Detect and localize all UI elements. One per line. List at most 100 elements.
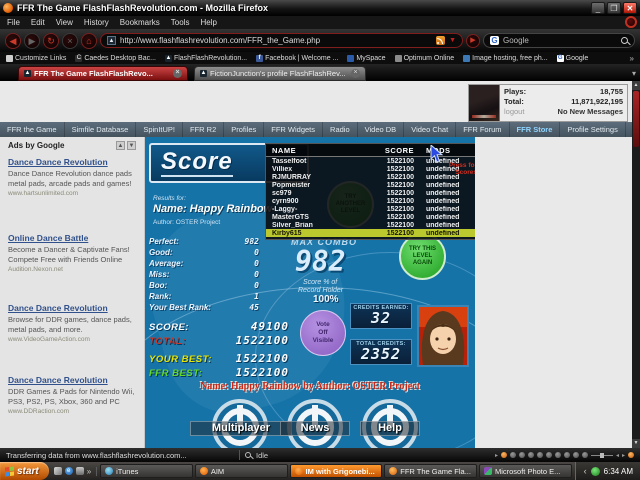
- bookmark-facebook[interactable]: fFacebook | Welcome ...: [256, 55, 338, 62]
- leaderboard-row[interactable]: Silver_Brian1522100undefined: [266, 221, 475, 229]
- news-button[interactable]: News: [280, 421, 350, 436]
- start-button[interactable]: start: [0, 462, 49, 480]
- menu-help[interactable]: Help: [200, 18, 216, 27]
- home-button[interactable]: ⌂: [81, 33, 97, 49]
- list-all-tabs-icon[interactable]: ▾: [632, 69, 636, 78]
- multiplayer-button[interactable]: Multiplayer: [190, 421, 292, 436]
- search-engine-label[interactable]: Google: [503, 36, 617, 45]
- scroll-up-icon[interactable]: ▲: [632, 81, 640, 90]
- leaderboard-row[interactable]: cyrn9001522100undefined: [266, 197, 475, 205]
- bookmark-ffr[interactable]: ▲FlashFlashRevolution...: [165, 55, 247, 62]
- leaderboard-row[interactable]: -Laggy-1522100undefined: [266, 205, 475, 213]
- arrow-down-icon[interactable]: ▼: [127, 141, 136, 150]
- logout-link[interactable]: logout: [504, 107, 524, 117]
- bookmark-google[interactable]: GGoogle: [557, 55, 589, 62]
- bookmark-image-hosting[interactable]: Image hosting, free ph...: [463, 55, 548, 62]
- taskbar-button-aim[interactable]: AIM: [195, 464, 288, 478]
- user-avatar[interactable]: [469, 85, 500, 121]
- nav-ffr-forum[interactable]: FFR Forum: [455, 122, 508, 137]
- menu-history[interactable]: History: [84, 18, 109, 27]
- taskbar-button-im[interactable]: IM with Grigonebi...: [290, 464, 383, 478]
- nav-spinitup[interactable]: SpinItUP!: [135, 122, 182, 137]
- go-button[interactable]: ▶: [466, 34, 480, 48]
- extension-icon: [537, 452, 543, 458]
- nav-profiles[interactable]: Profiles: [223, 122, 263, 137]
- quick-launch-overflow-chevron[interactable]: »: [87, 467, 91, 476]
- bookmark-optimum[interactable]: Optimum Online: [395, 55, 455, 62]
- ad-title-link[interactable]: Online Dance Battle: [8, 233, 138, 243]
- menu-tools[interactable]: Tools: [171, 18, 190, 27]
- nav-simfile-database[interactable]: Simfile Database: [64, 122, 136, 137]
- taskbar-clock: 6:34 AM: [604, 467, 633, 476]
- ad-block: Dance Dance Revolution DDR Games & Pads …: [8, 375, 138, 415]
- ad-title-link[interactable]: Dance Dance Revolution: [8, 375, 138, 385]
- nav-radio[interactable]: Radio: [322, 122, 357, 137]
- help-button[interactable]: Help: [360, 421, 420, 436]
- search-bar[interactable]: G Google: [483, 33, 635, 48]
- scroll-down-icon[interactable]: ▼: [632, 439, 640, 448]
- stop-button[interactable]: ×: [62, 33, 78, 49]
- statusbar-extension-icons[interactable]: ▸ ◂ ▸: [495, 452, 634, 459]
- ffr-game-flash-area[interactable]: Score Results for: Name: Happy Rainbow A…: [145, 137, 475, 448]
- leaderboard-row[interactable]: MasterGTS1522100undefined: [266, 213, 475, 221]
- ad-url[interactable]: www.VideoGameAction.com: [8, 336, 138, 343]
- page-scrollbar[interactable]: ▲ ▼: [632, 81, 640, 448]
- menu-edit[interactable]: Edit: [31, 18, 45, 27]
- ad-title-link[interactable]: Dance Dance Revolution: [8, 303, 138, 313]
- arrow-up-icon[interactable]: ▲: [116, 141, 125, 150]
- show-desktop-icon[interactable]: [54, 467, 62, 475]
- menu-file[interactable]: File: [7, 18, 20, 27]
- try-this-level-again-button[interactable]: TRY THIS LEVEL AGAIN: [399, 233, 446, 280]
- minimize-button[interactable]: _: [591, 2, 605, 14]
- nav-profile-settings[interactable]: Profile Settings: [559, 122, 624, 137]
- bookmarks-overflow-chevron[interactable]: »: [630, 54, 634, 63]
- extension-icon: [573, 452, 579, 458]
- tab-ffr-game[interactable]: ▲ FFR The Game FlashFlashRevo... ×: [18, 66, 188, 81]
- tray-chevron-icon[interactable]: ‹: [584, 466, 587, 476]
- url-dropdown-icon[interactable]: ▼: [449, 37, 456, 44]
- reload-button[interactable]: ↻: [43, 33, 59, 49]
- internet-explorer-icon[interactable]: e: [65, 467, 73, 475]
- ad-url[interactable]: www.DDRaction.com: [8, 408, 138, 415]
- tab-close-icon[interactable]: ×: [351, 69, 360, 78]
- quick-launch-icon[interactable]: [76, 467, 84, 475]
- leaderboard-row[interactable]: sc9791522100undefined: [266, 189, 475, 197]
- menu-view[interactable]: View: [56, 18, 73, 27]
- nav-ffr-widgets[interactable]: FFR Widgets: [263, 122, 322, 137]
- leaderboard-row-highlighted[interactable]: Kirby6151522100undefined: [266, 229, 475, 237]
- bookmark-customize-links[interactable]: Customize Links: [6, 55, 66, 62]
- tab-close-icon[interactable]: ×: [173, 69, 182, 78]
- tab-fictionjunction-profile[interactable]: ▲ FictionJunction's profile FlashFlashRe…: [194, 66, 366, 81]
- ad-title-link[interactable]: Dance Dance Revolution: [8, 157, 138, 167]
- scrollbar-thumb[interactable]: [633, 91, 639, 147]
- url-text[interactable]: http://www.flashflashrevolution.com/FFR_…: [120, 36, 432, 45]
- address-bar[interactable]: ▲ http://www.flashflashrevolution.com/FF…: [100, 33, 463, 48]
- nav-video-db[interactable]: Video DB: [357, 122, 404, 137]
- rss-icon[interactable]: [436, 36, 445, 45]
- nav-ffr-store[interactable]: FFR Store: [509, 122, 560, 137]
- taskbar-button-photo-editor[interactable]: Microsoft Photo E...: [479, 464, 572, 478]
- nav-ffr-r2[interactable]: FFR R2: [182, 122, 223, 137]
- extension-icon: [564, 452, 570, 458]
- theme-logo-button[interactable]: [625, 16, 637, 28]
- taskbar-button-itunes[interactable]: iTunes: [100, 464, 193, 478]
- taskbar-button-firefox[interactable]: FFR The Game Fla...: [384, 464, 477, 478]
- close-button[interactable]: ✕: [623, 2, 637, 14]
- nav-faq[interactable]: FAQ: [625, 122, 632, 137]
- nav-video-chat[interactable]: Video Chat: [403, 122, 455, 137]
- forward-button[interactable]: ▶: [24, 33, 40, 49]
- ad-url[interactable]: www.hartsunlimited.com: [8, 190, 138, 197]
- quick-launch-bar: e »: [49, 467, 97, 476]
- nav-ffr-the-game[interactable]: FFR the Game: [0, 122, 64, 137]
- leaderboard-row[interactable]: Popmeister1522100undefined: [266, 181, 475, 189]
- search-icon[interactable]: [621, 37, 628, 44]
- bookmark-myspace[interactable]: MySpace: [347, 55, 385, 62]
- bookmark-caedes[interactable]: CCaedes Desktop Bac...: [75, 55, 156, 62]
- restore-button[interactable]: ❐: [607, 2, 621, 14]
- vote-button[interactable]: Vote Off Visible: [300, 310, 346, 356]
- menu-bookmarks[interactable]: Bookmarks: [120, 18, 160, 27]
- back-button[interactable]: ◀: [5, 33, 21, 49]
- messages-link[interactable]: No New Messages: [558, 107, 623, 117]
- tray-status-icon[interactable]: [591, 467, 600, 476]
- ad-url[interactable]: Audition.Nexon.net: [8, 266, 138, 273]
